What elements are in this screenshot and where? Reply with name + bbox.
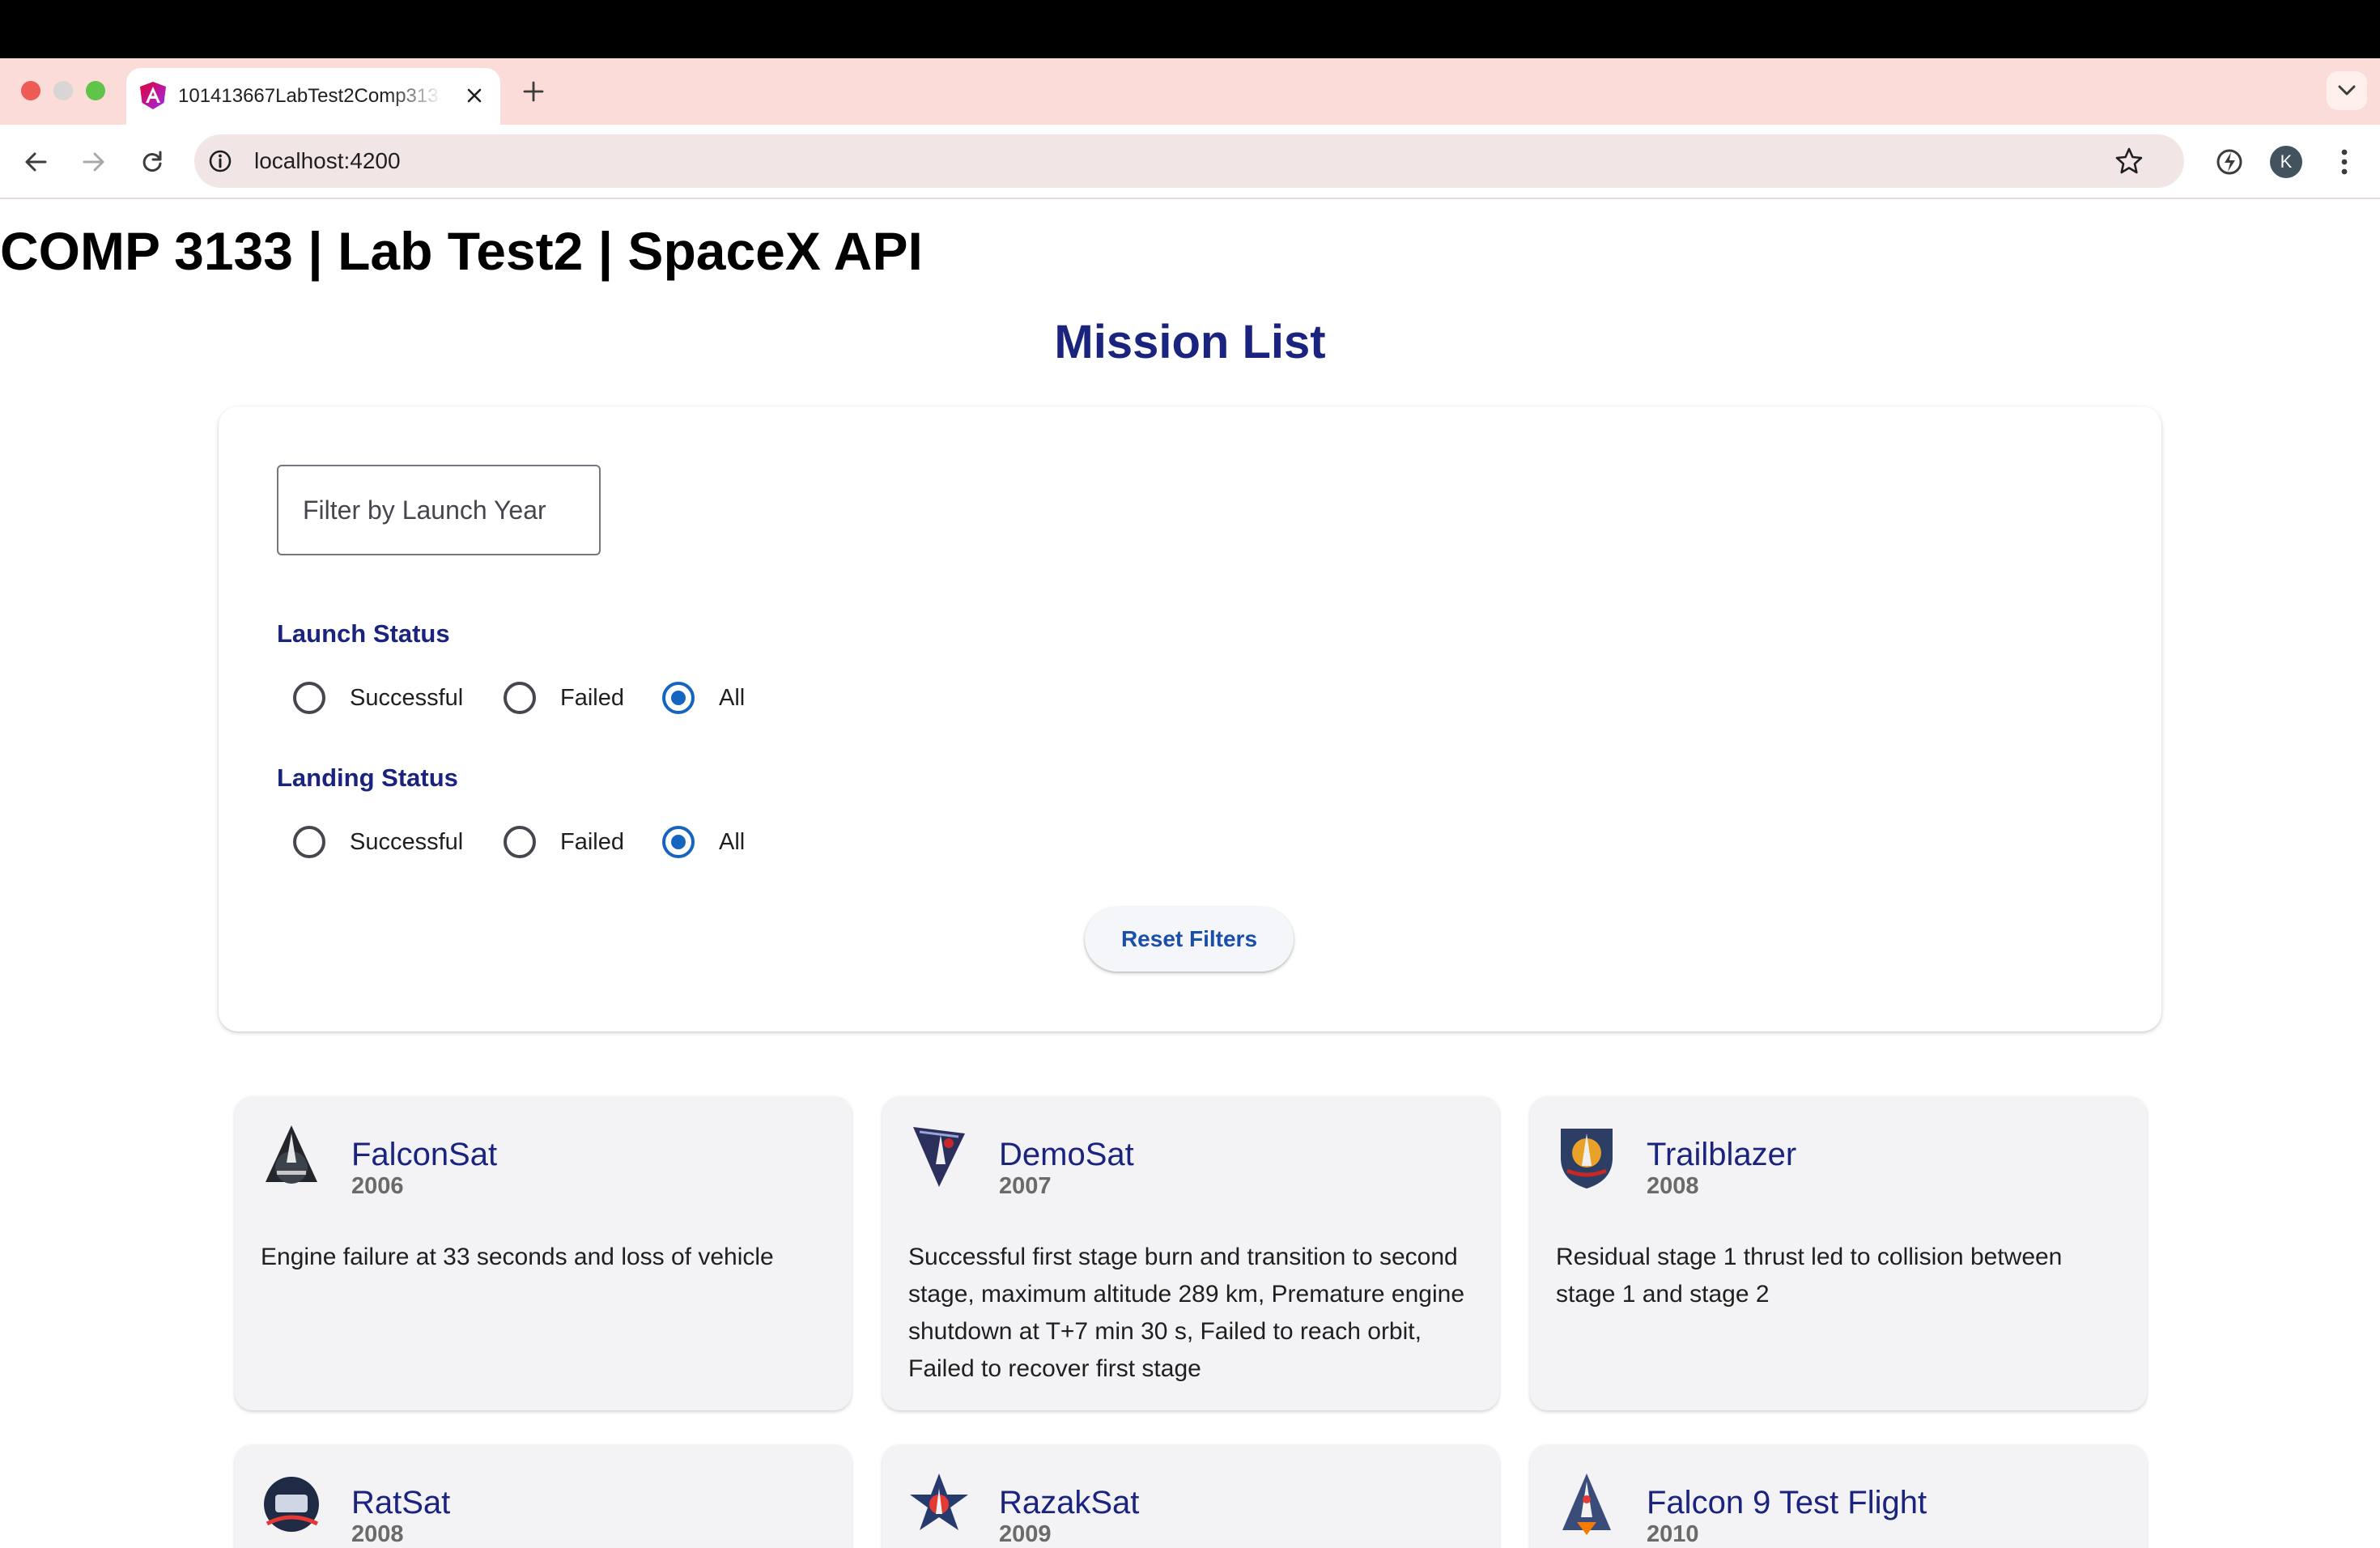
filter-panel: Launch Status Successful Failed All Land… <box>219 406 2161 1031</box>
reload-icon[interactable] <box>136 146 168 178</box>
mission-patch-icon <box>1562 1474 1611 1535</box>
mission-list-heading: Mission List <box>1054 316 1326 368</box>
chevron-down-icon[interactable] <box>2327 71 2367 110</box>
radio-label: Failed <box>560 829 624 855</box>
radio-circle[interactable] <box>504 682 536 714</box>
mission-card[interactable]: Trailblazer 2008 Residual stage 1 thrust… <box>1530 1096 2147 1410</box>
radio-circle[interactable] <box>662 682 695 714</box>
maximize-window-button[interactable] <box>86 81 105 100</box>
launch-status-radio-successful[interactable]: Successful <box>293 674 463 722</box>
close-icon[interactable] <box>461 83 487 108</box>
plus-icon[interactable] <box>518 76 549 107</box>
launch-year-filter-input[interactable] <box>277 465 601 555</box>
launch-status-radio-failed[interactable]: Failed <box>504 674 624 722</box>
radio-label: Failed <box>560 685 624 711</box>
mission-year: 2007 <box>999 1173 1052 1199</box>
mission-name: DemoSat <box>999 1137 1134 1172</box>
kebab-menu-icon[interactable] <box>2328 146 2361 178</box>
mission-year: 2009 <box>999 1521 1052 1547</box>
browser-tab[interactable]: 101413667LabTest2Comp3133 <box>126 68 500 125</box>
page-title: COMP 3133 | Lab Test2 | SpaceX API <box>0 221 923 281</box>
radio-label: All <box>719 685 746 711</box>
mission-year: 2010 <box>1647 1521 1699 1547</box>
info-icon[interactable] <box>207 148 233 174</box>
mission-card[interactable]: Falcon 9 Test Flight 2010 <box>1530 1444 2147 1548</box>
mission-details: Engine failure at 33 seconds and loss of… <box>261 1244 774 1270</box>
minimize-window-button[interactable] <box>53 81 73 100</box>
radio-circle[interactable] <box>293 682 325 714</box>
mission-name: Trailblazer <box>1647 1137 1797 1172</box>
reset-filters-button[interactable]: Reset Filters <box>1085 907 1294 972</box>
mission-card[interactable]: RatSat 2008 <box>235 1444 852 1548</box>
mission-card[interactable]: RazakSat 2009 <box>882 1444 1499 1548</box>
mission-year: 2006 <box>351 1173 404 1199</box>
mission-name: RatSat <box>351 1485 451 1520</box>
landing-status-label: Landing Status <box>277 763 458 792</box>
forward-arrow-icon[interactable] <box>78 146 110 178</box>
mission-patch-icon <box>910 1474 968 1530</box>
mission-details: Successful first stage burn and transiti… <box>908 1244 1464 1382</box>
radio-label: Successful <box>350 685 464 711</box>
browser-toolbar: localhost:4200 K <box>0 125 2380 199</box>
mission-details: Residual stage 1 thrust led to collision… <box>1556 1244 2063 1308</box>
launch-status-radio-all[interactable]: All <box>662 674 745 722</box>
address-bar[interactable]: localhost:4200 <box>194 134 2184 188</box>
screen-top-bar <box>0 0 2380 58</box>
radio-label: All <box>719 829 746 855</box>
mission-name: Falcon 9 Test Flight <box>1647 1485 1927 1520</box>
mission-name: FalconSat <box>351 1137 498 1172</box>
back-arrow-icon[interactable] <box>19 146 52 178</box>
tab-title: 101413667LabTest2Comp3133 <box>178 85 442 107</box>
radio-circle[interactable] <box>662 826 695 858</box>
mission-patch-icon <box>266 1125 317 1184</box>
mission-year: 2008 <box>351 1521 404 1547</box>
landing-status-radio-all[interactable]: All <box>662 818 745 866</box>
launch-status-label: Launch Status <box>277 619 450 648</box>
radio-circle[interactable] <box>504 826 536 858</box>
angular-icon <box>140 82 166 109</box>
url-text[interactable]: localhost:4200 <box>254 148 401 174</box>
extension-icon[interactable] <box>2213 146 2246 178</box>
radio-label: Successful <box>350 829 464 855</box>
mission-card[interactable]: FalconSat 2006 Engine failure at 33 seco… <box>235 1096 852 1410</box>
star-icon[interactable] <box>2114 147 2144 176</box>
mission-patch-icon <box>264 1477 319 1532</box>
landing-status-radio-failed[interactable]: Failed <box>504 818 624 866</box>
avatar[interactable]: K <box>2270 146 2302 178</box>
mission-name: RazakSat <box>999 1485 1140 1520</box>
close-window-button[interactable] <box>21 81 40 100</box>
mission-patch-icon <box>1561 1129 1613 1189</box>
mission-patch-icon <box>913 1127 965 1187</box>
landing-status-radio-successful[interactable]: Successful <box>293 818 463 866</box>
mission-year: 2008 <box>1647 1173 1699 1199</box>
radio-circle[interactable] <box>293 826 325 858</box>
mission-card[interactable]: DemoSat 2007 Successful first stage burn… <box>882 1096 1499 1410</box>
